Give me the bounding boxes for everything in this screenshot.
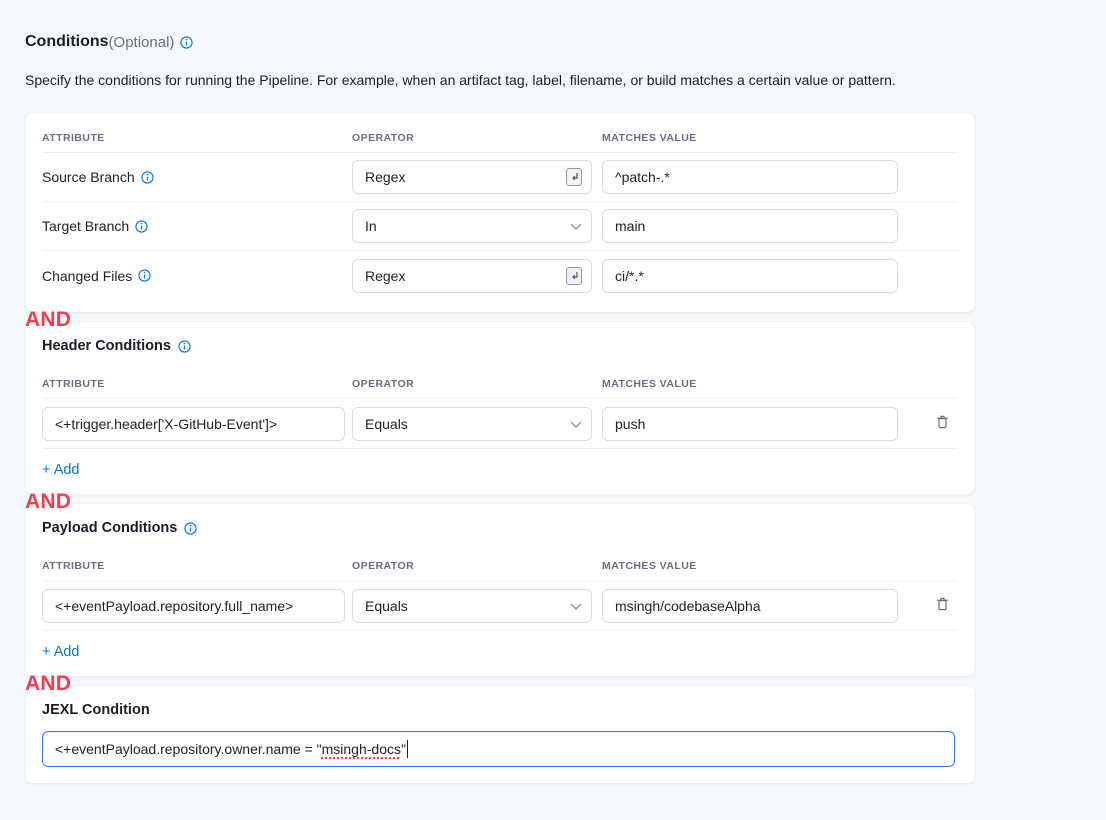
add-header-condition-button[interactable]: + Add [42,462,80,478]
attribute-column-header: ATTRIBUTE [42,132,352,144]
attribute-column-header: ATTRIBUTE [42,560,352,572]
source-branch-label: Source Branch [42,169,135,185]
changed-files-label: Changed Files [42,268,132,284]
divider [42,448,958,449]
enter-key-icon [566,267,582,285]
chevron-down-icon [570,218,582,234]
page-title: Conditions (Optional) [25,33,975,51]
header-conditions-card: Header Conditions ATTRIBUTE OPERATOR MAT… [25,322,975,494]
info-icon[interactable] [141,171,154,184]
optional-label: (Optional) [109,34,175,51]
matches-value-column-header: MATCHES VALUE [602,378,898,390]
info-icon[interactable] [135,220,148,233]
jexl-value-misspelled: msingh-docs [322,741,401,757]
jexl-condition-title: JEXL Condition [42,702,150,718]
info-icon[interactable] [184,522,197,535]
and-separator: AND [25,490,975,514]
operator-value: In [365,218,377,234]
matches-value-column-header: MATCHES VALUE [602,560,898,572]
chevron-down-icon [570,416,582,432]
operator-value: Regex [365,169,405,185]
branch-conditions-card: ATTRIBUTE OPERATOR MATCHES VALUE Source … [25,113,975,312]
table-row-target-branch: Target Branch In [42,202,958,251]
operator-column-header: OPERATOR [352,132,602,144]
operator-value: Equals [365,598,408,614]
delete-row-button[interactable] [930,412,954,436]
operator-column-header: OPERATOR [352,378,602,390]
header-operator-select[interactable]: Equals [352,407,592,441]
payload-attribute-input[interactable] [42,589,345,623]
trash-icon [935,596,950,615]
conditions-title: Conditions [25,33,109,51]
column-headers: ATTRIBUTE OPERATOR MATCHES VALUE [42,369,958,399]
jexl-value-prefix: <+eventPayload.repository.owner.name = " [55,741,322,757]
jexl-value-suffix: " [401,741,406,757]
info-icon[interactable] [180,36,193,49]
info-icon[interactable] [178,340,191,353]
add-payload-condition-button[interactable]: + Add [42,644,80,660]
delete-row-button[interactable] [930,594,954,618]
payload-value-input[interactable] [602,589,898,623]
header-condition-row: Equals [42,399,958,448]
matches-value-column-header: MATCHES VALUE [602,132,898,144]
column-headers: ATTRIBUTE OPERATOR MATCHES VALUE [42,123,958,153]
target-branch-value-input[interactable] [602,209,898,243]
operator-column-header: OPERATOR [352,560,602,572]
operator-value: Regex [365,268,405,284]
trash-icon [935,414,950,433]
payload-conditions-card: Payload Conditions ATTRIBUTE OPERATOR MA… [25,504,975,676]
changed-files-value-input[interactable] [602,259,898,293]
column-headers: ATTRIBUTE OPERATOR MATCHES VALUE [42,551,958,581]
table-row-source-branch: Source Branch Regex [42,153,958,202]
target-branch-operator-select[interactable]: In [352,209,592,243]
target-branch-label: Target Branch [42,218,129,234]
changed-files-operator-select[interactable]: Regex [352,259,592,293]
payload-conditions-title: Payload Conditions [42,520,177,536]
jexl-condition-card: JEXL Condition <+eventPayload.repository… [25,686,975,783]
conditions-description: Specify the conditions for running the P… [25,72,975,88]
header-value-input[interactable] [602,407,898,441]
table-row-changed-files: Changed Files Regex [42,251,958,300]
chevron-down-icon [570,598,582,614]
operator-value: Equals [365,416,408,432]
header-attribute-input[interactable] [42,407,345,441]
source-branch-value-input[interactable] [602,160,898,194]
and-separator: AND [25,308,975,332]
trigger-conditions-page: Conditions (Optional) Specify the condit… [0,0,1106,783]
enter-key-icon [566,168,582,186]
attribute-column-header: ATTRIBUTE [42,378,352,390]
header-conditions-title: Header Conditions [42,338,171,354]
jexl-condition-input[interactable]: <+eventPayload.repository.owner.name = "… [42,731,955,767]
info-icon[interactable] [138,269,151,282]
divider [42,630,958,631]
payload-operator-select[interactable]: Equals [352,589,592,623]
text-cursor [407,740,409,758]
payload-condition-row: Equals [42,581,958,630]
source-branch-operator-select[interactable]: Regex [352,160,592,194]
and-separator: AND [25,672,975,696]
